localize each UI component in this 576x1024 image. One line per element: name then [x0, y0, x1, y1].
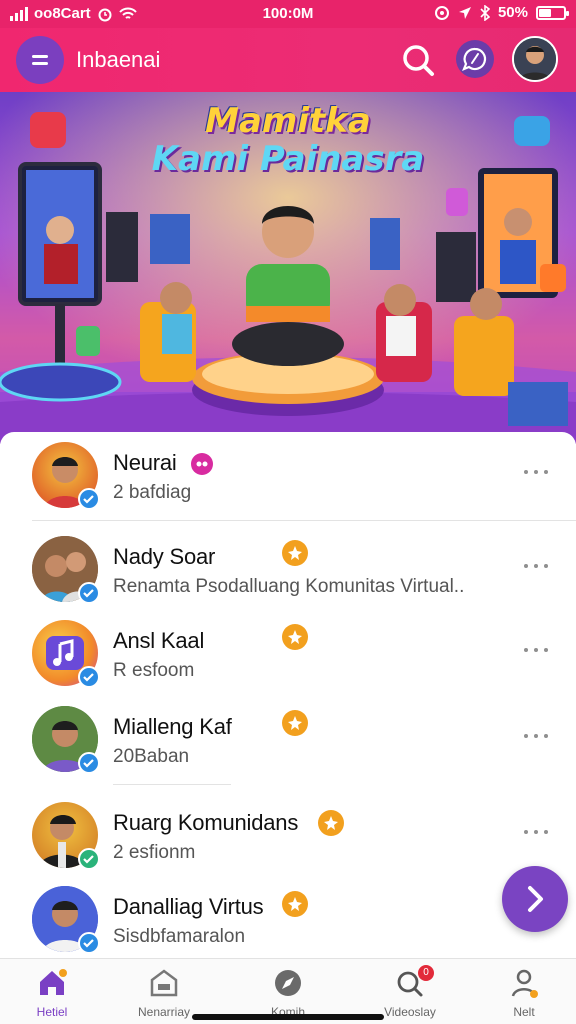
- hero-banner[interactable]: Mamitka Kami Painasra: [0, 92, 576, 444]
- chevron-right-icon: [528, 886, 543, 912]
- contact-name: Danalliag Virtus: [113, 894, 264, 919]
- user-avatar[interactable]: [512, 36, 558, 82]
- nav-item-profile[interactable]: Nelt: [474, 965, 574, 1021]
- contact-name: Ansl Kaal: [113, 628, 205, 653]
- nav-item-compass[interactable]: Komih: [238, 965, 338, 1021]
- status-badge-icon: [282, 540, 308, 566]
- profile-icon: [511, 969, 538, 998]
- nav-label: Nelt: [513, 1005, 535, 1019]
- nav-item-home[interactable]: Hetiel: [2, 965, 102, 1021]
- more-options-icon[interactable]: [524, 646, 550, 654]
- next-fab-button[interactable]: [502, 866, 568, 932]
- avatar: [32, 706, 100, 774]
- contact-subtitle: 20Baban: [113, 746, 190, 767]
- battery-percent: 50%: [497, 4, 528, 21]
- battery-fill: [539, 8, 551, 17]
- verified-check-icon: [78, 932, 100, 954]
- list-item[interactable]: Ansl Kaal R esfoom: [0, 610, 576, 696]
- status-badge-icon: [191, 453, 213, 475]
- menu-button[interactable]: [16, 36, 64, 84]
- contact-name: Mialleng Kaf: [113, 714, 232, 739]
- app-title: Inbaenai: [76, 47, 161, 72]
- more-options-icon[interactable]: [524, 562, 550, 570]
- chat-button[interactable]: [456, 40, 494, 78]
- status-bar: oo8Cart 100:0M 50%: [0, 0, 576, 28]
- status-badge-icon: [282, 710, 308, 736]
- divider: [113, 784, 231, 785]
- hero-title-line1: Mamitka: [205, 101, 371, 141]
- chat-icon: [462, 47, 487, 71]
- contact-subtitle: Sisdbfamaralon: [113, 926, 246, 947]
- menu-icon-line: [32, 55, 48, 58]
- verified-check-icon: [78, 848, 100, 870]
- avatar: [32, 620, 100, 688]
- avatar: [514, 38, 556, 80]
- avatar: [32, 442, 100, 510]
- status-badge-icon: [318, 810, 344, 836]
- avatar: [32, 536, 100, 604]
- hero-title-line2: Kami Painasra: [151, 139, 425, 179]
- home-icon: [40, 969, 67, 995]
- verified-check-icon: [78, 752, 100, 774]
- contact-subtitle: Renamta Psodalluang Komunitas Virtual..: [113, 576, 465, 597]
- verified-check-icon: [78, 488, 100, 510]
- verified-check-icon: [78, 582, 100, 604]
- verified-check-icon: [78, 666, 100, 688]
- contact-subtitle: 2 bafdiag: [113, 482, 192, 503]
- list-item[interactable]: Ruarg Komunidans 2 esfionm: [0, 792, 576, 878]
- nav-item-store[interactable]: Nenarriay: [114, 965, 214, 1021]
- divider: [32, 520, 576, 521]
- list-item[interactable]: Neurai 2 bafdiag: [0, 432, 576, 518]
- menu-icon-line: [32, 62, 48, 65]
- avatar: [32, 886, 100, 954]
- list-item[interactable]: Nady Soar Renamta Psodalluang Komunitas …: [0, 526, 576, 612]
- status-badge-icon: [282, 891, 308, 917]
- nav-label: Hetiel: [36, 1005, 68, 1019]
- battery-icon: [536, 5, 569, 20]
- navigation-icon: [458, 6, 471, 19]
- app-bar: Inbaenai: [0, 28, 576, 92]
- contact-name: Neurai: [113, 450, 177, 475]
- bluetooth-icon: [480, 4, 490, 21]
- contact-name: Ruarg Komunidans: [113, 810, 299, 835]
- contact-subtitle: R esfoom: [113, 660, 195, 681]
- more-options-icon[interactable]: [524, 468, 550, 476]
- hero-title: Mamitka Kami Painasra: [0, 102, 576, 178]
- compass-icon: [275, 970, 301, 996]
- list-item[interactable]: Danalliag Virtus Sisdbfamaralon: [0, 876, 576, 962]
- home-indicator[interactable]: [192, 1014, 384, 1020]
- more-options-icon[interactable]: [524, 732, 550, 740]
- contact-name: Nady Soar: [113, 544, 216, 569]
- list-item[interactable]: Mialleng Kaf 20Baban: [0, 696, 576, 782]
- notification-badge: 0: [418, 965, 434, 981]
- search-icon[interactable]: [398, 40, 438, 80]
- contact-list: Neurai 2 bafdiag Nady Soar Renamta Psoda…: [0, 432, 576, 960]
- store-icon: [150, 969, 178, 997]
- avatar: [32, 802, 100, 870]
- location-icon: [434, 5, 449, 20]
- status-right: 50%: [434, 4, 569, 21]
- more-options-icon[interactable]: [524, 828, 550, 836]
- status-badge-icon: [282, 624, 308, 650]
- nav-item-videos[interactable]: 0 Videoslay: [360, 965, 460, 1021]
- contact-subtitle: 2 esfionm: [113, 842, 196, 863]
